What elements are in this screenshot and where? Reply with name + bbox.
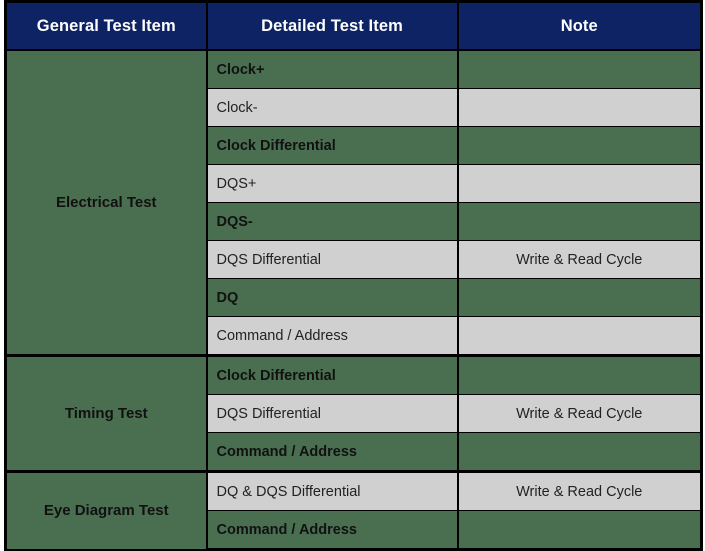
table-header-row: General Test Item Detailed Test Item Not… xyxy=(4,0,703,51)
table-row: Eye Diagram Test DQ & DQS Differential Wri… xyxy=(4,470,703,551)
test-item-table-container: General Test Item Detailed Test Item Not… xyxy=(4,0,703,551)
note-cell xyxy=(456,49,703,89)
detailed-test-item-cell: DQS Differential xyxy=(205,394,459,433)
note-cell xyxy=(456,126,703,165)
column-header-note: Note xyxy=(456,0,703,51)
detailed-test-item-cell: Clock- xyxy=(205,88,459,127)
note-cell: Write & Read Cycle xyxy=(456,394,703,433)
detailed-test-item-cell: DQ & DQS Differential xyxy=(205,470,459,511)
note-cell xyxy=(456,316,703,356)
detailed-test-item-cell: Clock Differential xyxy=(205,354,459,395)
table-body: Electrical Test Clock+ Clock- Clock Differe… xyxy=(4,49,703,551)
detailed-test-item-cell: Command / Address xyxy=(205,510,459,551)
column-header-general-test-item: General Test Item xyxy=(4,0,208,51)
general-test-item-cell: Timing Test xyxy=(4,354,208,473)
table-row: Electrical Test Clock+ xyxy=(4,49,703,357)
detailed-test-item-cell: Command / Address xyxy=(205,316,459,356)
table-header: General Test Item Detailed Test Item Not… xyxy=(4,0,703,51)
test-item-table: General Test Item Detailed Test Item Not… xyxy=(4,0,703,551)
detailed-test-item-cell: DQS Differential xyxy=(205,240,459,279)
detailed-test-item-cell: Clock+ xyxy=(205,49,459,89)
detailed-test-item-cell: Command / Address xyxy=(205,432,459,472)
note-cell xyxy=(456,88,703,127)
column-header-detailed-test-item: Detailed Test Item xyxy=(205,0,459,51)
detailed-test-item-cell: DQS+ xyxy=(205,164,459,203)
detailed-test-item-cell: DQS- xyxy=(205,202,459,241)
general-test-item-cell: Electrical Test xyxy=(4,49,208,357)
note-cell xyxy=(456,278,703,317)
detailed-test-item-cell: Clock Differential xyxy=(205,126,459,165)
detailed-test-item-cell: DQ xyxy=(205,278,459,317)
table-row: Timing Test Clock Differential xyxy=(4,354,703,473)
note-cell xyxy=(456,354,703,395)
note-cell: Write & Read Cycle xyxy=(456,470,703,511)
note-cell xyxy=(456,202,703,241)
general-test-item-cell: Eye Diagram Test xyxy=(4,470,208,551)
note-cell: Write & Read Cycle xyxy=(456,240,703,279)
note-cell xyxy=(456,432,703,472)
note-cell xyxy=(456,510,703,551)
note-cell xyxy=(456,164,703,203)
